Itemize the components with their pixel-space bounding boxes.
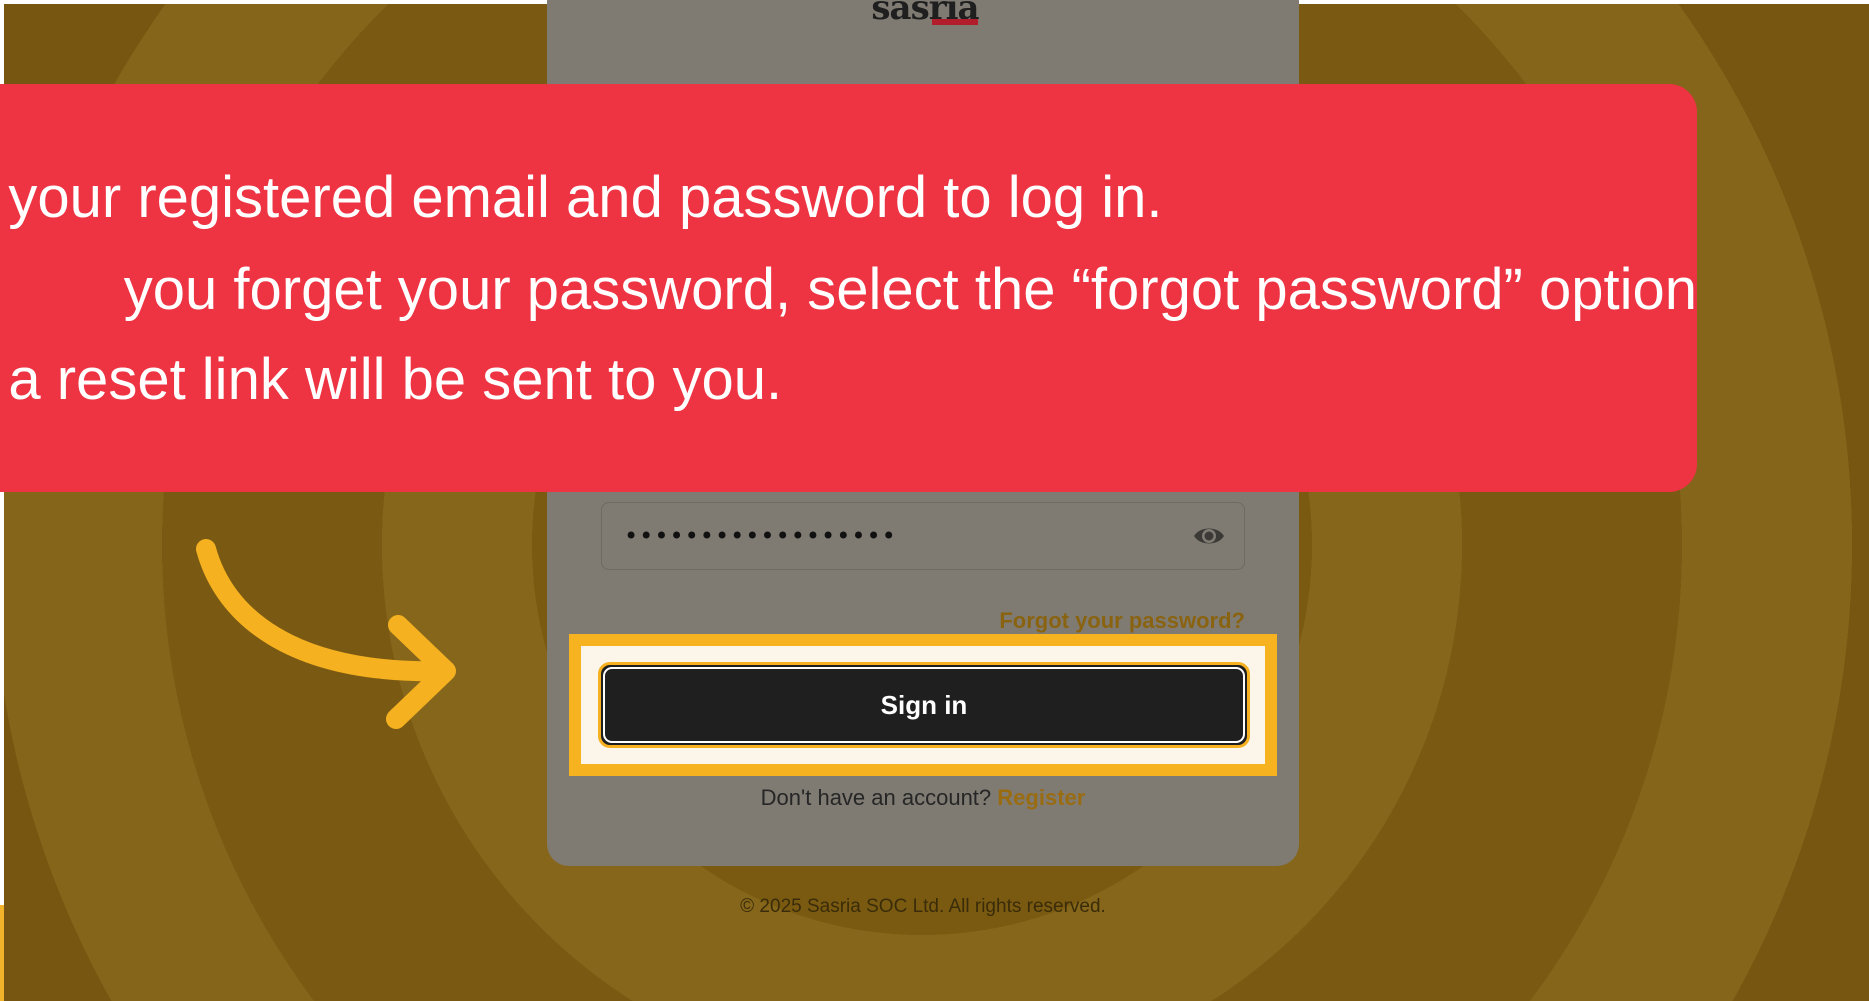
password-value: ••••••••••••••••••: [624, 522, 897, 550]
no-account-text: Don't have an account?: [760, 785, 992, 810]
eye-icon[interactable]: [1192, 522, 1226, 550]
register-link[interactable]: Register: [997, 785, 1085, 810]
forgot-password-link[interactable]: Forgot your password?: [999, 607, 1245, 635]
logo-tagline-bar: [932, 19, 978, 25]
footer-copyright: © 2025 Sasria SOC Ltd. All rights reserv…: [740, 896, 1106, 917]
callout-line-3: d a reset link will be sent to you.: [0, 347, 783, 412]
tutorial-screen: sasria •••••••••••••••••• Forgot your pa…: [0, 0, 1869, 1001]
callout-line-1: e your registered email and password to …: [0, 165, 1163, 230]
curved-arrow-icon: [196, 539, 456, 729]
sign-in-button[interactable]: Sign in: [598, 662, 1250, 748]
register-prompt: Don't have an account? Register: [547, 783, 1299, 813]
left-edge-accent: [0, 905, 4, 1001]
password-field[interactable]: ••••••••••••••••••: [601, 502, 1245, 570]
callout-line-2: you forget your password, select the “fo…: [123, 257, 1697, 322]
sign-in-label: Sign in: [880, 690, 968, 720]
instruction-callout: e your registered email and password to …: [0, 84, 1697, 492]
